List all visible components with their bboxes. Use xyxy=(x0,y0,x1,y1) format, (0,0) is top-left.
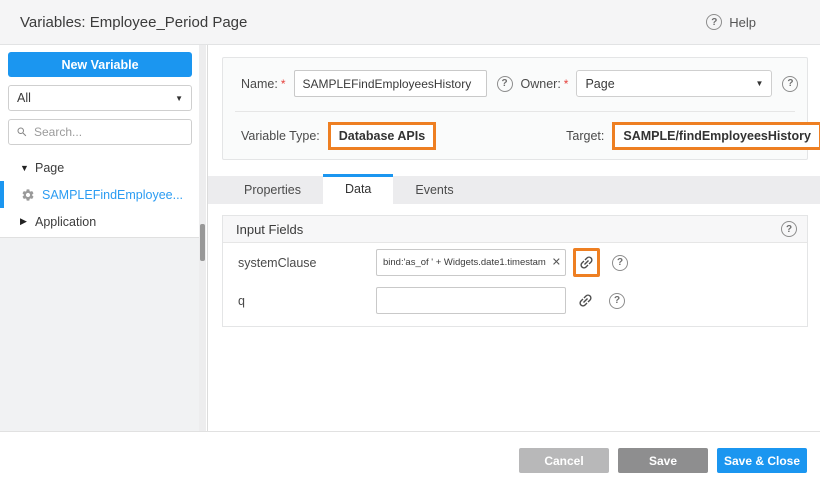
type-target-row: Variable Type: Database APIs Target: SAM… xyxy=(241,122,807,150)
chevron-down-icon: ▼ xyxy=(175,94,183,103)
q-input[interactable] xyxy=(376,287,566,314)
tab-events[interactable]: Events xyxy=(393,176,475,204)
field-help-icon[interactable]: ? xyxy=(609,293,625,309)
tree-group-page-label: Page xyxy=(35,161,64,175)
chevron-down-icon: ▼ xyxy=(756,79,764,88)
name-owner-row: Name: * ? Owner: * Page ▼ ? xyxy=(223,58,807,97)
tree-group-application[interactable]: ▶ Application xyxy=(0,208,200,235)
name-help-icon[interactable]: ? xyxy=(497,76,513,92)
help-label: Help xyxy=(729,15,756,30)
sidebar-inner: New Variable All ▼ ▼ Page xyxy=(0,45,200,431)
variables-dialog: Variables: Employee_Period Page ? Help N… xyxy=(0,0,820,489)
cancel-button[interactable]: Cancel xyxy=(519,448,609,473)
target-value-highlighted: SAMPLE/findEmployeesHistory xyxy=(612,122,820,150)
service-variable-icon xyxy=(21,188,35,202)
required-asterisk: * xyxy=(564,77,569,91)
search-box xyxy=(8,119,192,145)
variable-summary-panel: Name: * ? Owner: * Page ▼ ? Variable Typ… xyxy=(222,57,808,160)
sidebar-empty-area xyxy=(0,237,200,431)
variable-filter-select[interactable]: All ▼ xyxy=(8,85,192,111)
required-asterisk: * xyxy=(281,77,286,91)
owner-label: Owner: xyxy=(521,77,561,91)
variable-type-value-highlighted: Database APIs xyxy=(328,122,436,150)
input-fields-panel: Input Fields ? systemClause ✕ ? xyxy=(222,215,808,327)
variables-sidebar: New Variable All ▼ ▼ Page xyxy=(0,45,208,431)
variable-type-label: Variable Type: xyxy=(241,129,320,143)
filter-selected-value: All xyxy=(17,91,31,105)
sidebar-controls: New Variable All ▼ xyxy=(0,45,200,154)
sidebar-scrollbar[interactable] xyxy=(199,45,206,431)
bind-button[interactable] xyxy=(573,289,597,313)
field-row-q: q ? xyxy=(238,287,807,314)
input-fields-title: Input Fields xyxy=(236,222,303,237)
dialog-body: New Variable All ▼ ▼ Page xyxy=(0,45,820,431)
search-input[interactable] xyxy=(34,125,184,139)
save-button[interactable]: Save xyxy=(618,448,708,473)
clear-binding-icon[interactable]: ✕ xyxy=(552,257,561,268)
panel-divider xyxy=(235,111,795,112)
tree-item-selected-variable[interactable]: SAMPLEFindEmployee... xyxy=(0,181,200,208)
help-icon: ? xyxy=(706,14,722,30)
target-label: Target: xyxy=(566,129,604,143)
field-help-icon[interactable]: ? xyxy=(612,255,628,271)
name-label: Name: xyxy=(241,77,278,91)
owner-selected-value: Page xyxy=(585,77,614,91)
tab-properties[interactable]: Properties xyxy=(222,176,323,204)
owner-help-icon[interactable]: ? xyxy=(782,76,798,92)
q-input-wrap xyxy=(376,287,566,314)
field-row-systemclause: systemClause ✕ ? xyxy=(238,248,807,277)
link-icon xyxy=(574,250,598,274)
page-title: Variables: Employee_Period Page xyxy=(20,14,247,31)
input-fields-header: Input Fields ? xyxy=(223,216,807,243)
chevron-down-icon: ▼ xyxy=(20,163,35,173)
save-close-button[interactable]: Save & Close xyxy=(717,448,807,473)
dialog-header: Variables: Employee_Period Page ? Help xyxy=(0,0,820,45)
systemclause-input-wrap: ✕ xyxy=(376,249,566,276)
dialog-footer: Cancel Save Save & Close xyxy=(0,431,820,489)
help-button[interactable]: ? Help xyxy=(706,14,756,30)
owner-select[interactable]: Page ▼ xyxy=(576,70,772,97)
scrollbar-thumb[interactable] xyxy=(200,224,205,261)
tree-group-page[interactable]: ▼ Page xyxy=(0,154,200,181)
chevron-right-icon: ▶ xyxy=(20,216,35,227)
new-variable-button[interactable]: New Variable xyxy=(8,52,192,77)
link-icon xyxy=(573,288,597,312)
field-label: q xyxy=(238,294,376,308)
name-input[interactable] xyxy=(294,70,487,97)
bind-button-highlighted[interactable] xyxy=(573,248,600,277)
field-label: systemClause xyxy=(238,256,376,270)
variable-detail-panel: Name: * ? Owner: * Page ▼ ? Variable Typ… xyxy=(208,45,820,431)
tab-data[interactable]: Data xyxy=(323,174,393,205)
search-icon xyxy=(16,126,28,138)
detail-tabbar: Properties Data Events xyxy=(208,176,820,204)
tree-item-label: SAMPLEFindEmployee... xyxy=(42,188,183,202)
systemclause-input[interactable] xyxy=(376,249,566,276)
input-fields-help-icon[interactable]: ? xyxy=(781,221,797,237)
tree-group-application-label: Application xyxy=(35,215,96,229)
